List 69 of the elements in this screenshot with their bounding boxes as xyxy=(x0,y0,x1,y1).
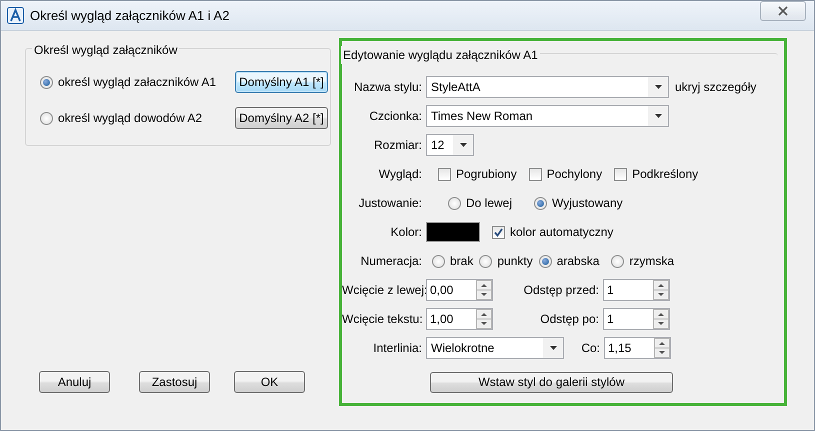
field-label: Odstęp przed: xyxy=(522,282,600,299)
caret-icon xyxy=(460,143,466,147)
hide-details-link[interactable]: ukryj szczegóły xyxy=(675,78,756,96)
spin-field[interactable]: 0,00 xyxy=(426,279,493,301)
radio-option[interactable]: punkty xyxy=(479,252,533,270)
group-title: Edytowanie wyglądu załączników A1 xyxy=(341,46,540,64)
radio-button[interactable] xyxy=(40,76,53,88)
size-dropdown[interactable]: 12 xyxy=(426,134,474,156)
field-label: Wygląd: xyxy=(378,166,423,183)
dialog-button[interactable]: Zastosuj xyxy=(139,371,210,393)
field-label: Rozmiar: xyxy=(372,137,423,154)
radio-option[interactable]: arabska xyxy=(538,252,600,270)
insert-style-button[interactable]: Wstaw styl do galerii stylów xyxy=(430,372,673,392)
field-label: Numeracja: xyxy=(360,253,423,270)
spinner-arrows-icon[interactable] xyxy=(654,338,670,358)
checkbox[interactable] xyxy=(528,168,542,180)
spinner-arrows-icon[interactable] xyxy=(476,280,492,300)
spin-field[interactable]: 1 xyxy=(603,308,670,330)
radio-option[interactable]: określ wygląd załaczników A1 xyxy=(40,73,235,91)
radio-button[interactable] xyxy=(479,254,492,268)
radio-button[interactable] xyxy=(611,254,624,268)
radio-button[interactable] xyxy=(538,254,552,268)
checkbox-option[interactable]: Pochylony xyxy=(528,165,602,183)
default-button[interactable]: Domyślny A2 [*] xyxy=(235,107,328,129)
radio-option[interactable]: rzymska xyxy=(611,252,674,270)
spinner-arrows-icon[interactable] xyxy=(653,280,669,300)
radio-button[interactable] xyxy=(40,112,53,124)
field-label: Kolor: xyxy=(390,224,423,241)
default-button[interactable]: Domyślny A1 [*] xyxy=(235,71,328,93)
dialog-button[interactable]: Anuluj xyxy=(39,371,110,393)
field-label: Interlinia: xyxy=(372,340,423,357)
checkmark-icon xyxy=(494,228,503,236)
radio-option[interactable]: Wyjustowany xyxy=(534,194,623,212)
close-button[interactable] xyxy=(760,1,806,21)
radio-option[interactable]: Do lewej xyxy=(448,194,512,212)
radio-option[interactable]: określ wygląd dowodów A2 xyxy=(40,109,235,127)
spinner-arrows-icon[interactable] xyxy=(476,309,492,329)
spin-field[interactable]: 1,15 xyxy=(604,337,671,359)
radio-button[interactable] xyxy=(432,254,445,268)
field-label: Co: xyxy=(580,340,601,357)
dialog-button[interactable]: OK xyxy=(234,371,305,393)
window-title: Określ wygląd załączników A1 i A2 xyxy=(30,6,230,25)
spinner-arrows-icon[interactable] xyxy=(653,309,669,329)
field-label: Wcięcie z lewej: xyxy=(342,282,426,299)
checkbox-option[interactable]: Podkreślony xyxy=(614,165,698,183)
checkbox[interactable] xyxy=(438,168,451,180)
font-dropdown[interactable]: Times New Roman xyxy=(426,105,669,127)
app-icon xyxy=(7,7,24,24)
radio-option[interactable]: brak xyxy=(432,252,474,270)
caret-icon xyxy=(654,114,662,118)
close-icon xyxy=(778,6,788,16)
checkbox-option[interactable]: kolor automatyczny xyxy=(492,223,614,241)
checkbox[interactable] xyxy=(614,168,628,180)
radio-button[interactable] xyxy=(534,196,548,210)
field-label: Nazwa stylu: xyxy=(352,79,423,96)
field-label: Odstęp po: xyxy=(539,311,600,328)
checkbox-option[interactable]: Pogrubiony xyxy=(438,165,517,183)
caret-icon xyxy=(654,85,662,89)
color-swatch[interactable] xyxy=(426,222,480,242)
spin-field[interactable]: 1,00 xyxy=(426,308,493,330)
field-label: Justowanie: xyxy=(358,195,423,212)
spin-field[interactable]: 1 xyxy=(603,279,670,301)
style-dropdown[interactable]: StyleAttA xyxy=(426,76,669,98)
field-label: Czcionka: xyxy=(368,108,423,125)
radio-button[interactable] xyxy=(448,196,461,210)
caret-icon xyxy=(550,346,556,350)
line-spacing-dropdown[interactable]: Wielokrotne xyxy=(426,337,564,359)
field-label: Wcięcie tekstu: xyxy=(342,311,424,328)
checkbox[interactable] xyxy=(492,226,505,238)
